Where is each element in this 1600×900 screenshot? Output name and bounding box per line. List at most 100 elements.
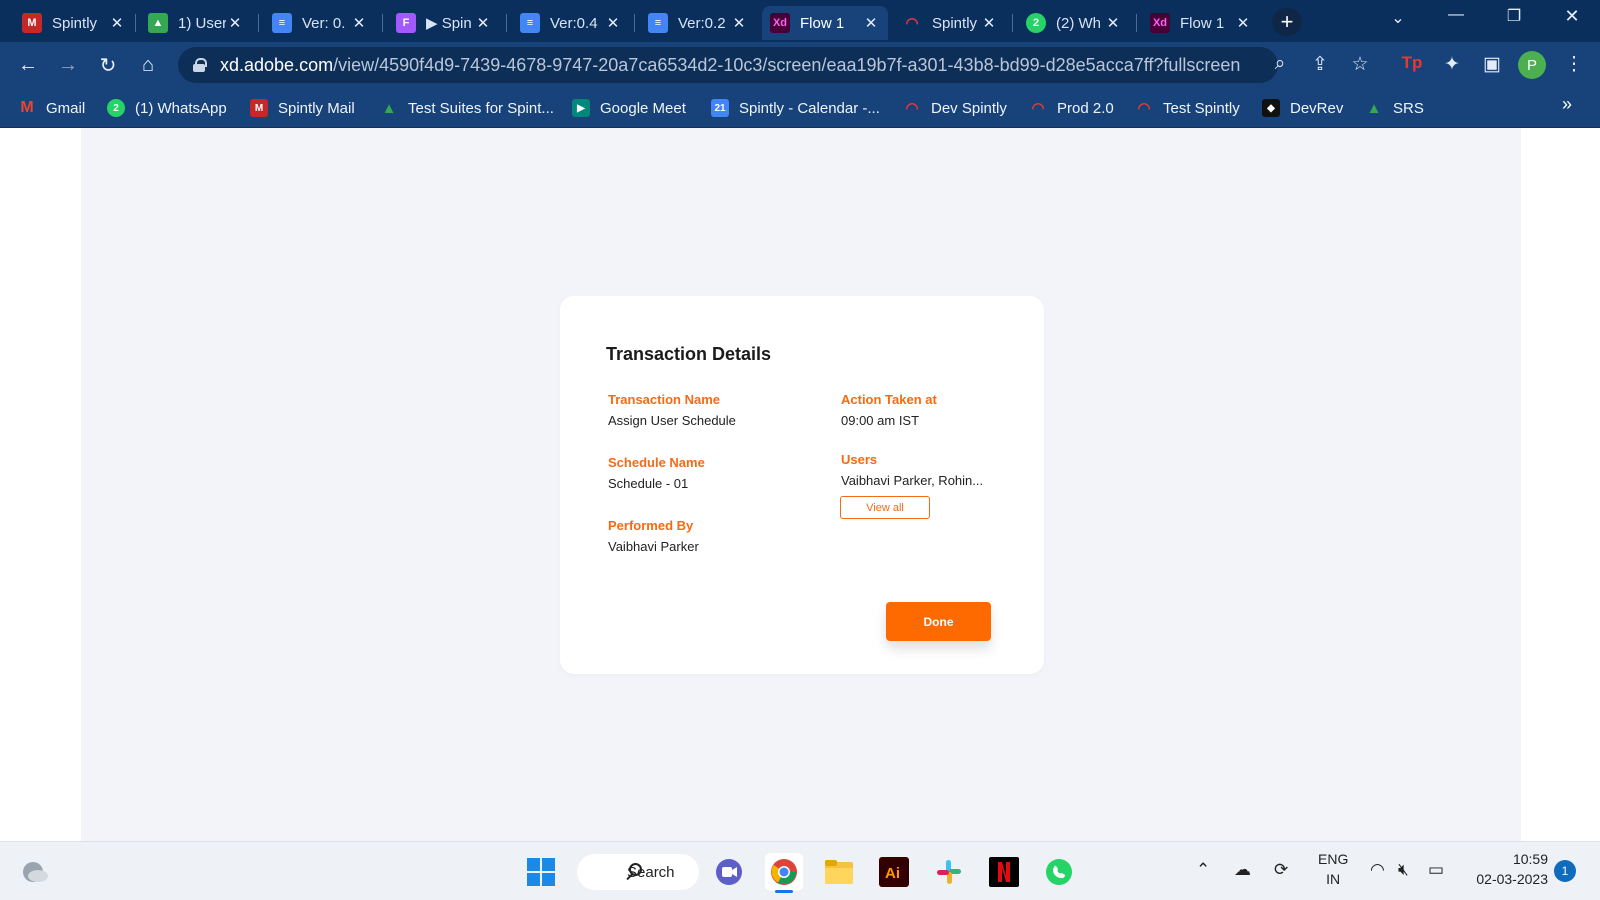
battery-icon[interactable]: ▭	[1428, 860, 1444, 880]
zoom-icon[interactable]: ⌕	[1268, 53, 1292, 75]
tab-title: Ver:0.4	[550, 14, 598, 32]
show-hidden-icons-chevron-icon[interactable]: ⌃	[1196, 860, 1210, 880]
wifi-icon[interactable]: ◠	[1370, 860, 1385, 880]
home-icon[interactable]: ⌂	[134, 51, 162, 79]
illustrator-icon[interactable]: Ai	[875, 853, 913, 891]
widgets-weather-icon[interactable]	[16, 853, 54, 891]
field-value: 09:00 am IST	[841, 413, 920, 428]
bookmark-devrev[interactable]: ◆ DevRev	[1262, 96, 1343, 120]
tab-flow1[interactable]: Xd Flow 1 ✕	[1142, 6, 1260, 40]
extensions-puzzle-icon[interactable]: ✦	[1440, 53, 1464, 76]
restore-icon[interactable]: ❐	[1494, 6, 1534, 26]
language-indicator[interactable]: ENG IN	[1318, 849, 1348, 889]
volume-muted-icon[interactable]: 🔇︎	[1398, 860, 1409, 880]
close-icon[interactable]: ✕	[350, 14, 368, 32]
google-drive-icon: ▲	[1366, 99, 1382, 117]
bookmark-label: Test Suites for Spint...	[408, 99, 554, 117]
bookmark-test-suites[interactable]: ▲ Test Suites for Spint...	[380, 96, 554, 120]
tab-separator	[634, 14, 635, 32]
tab-spintly[interactable]: ◠ Spintly ✕	[894, 6, 1006, 40]
bookmark-label: Google Meet	[600, 99, 686, 117]
field-label: Users	[841, 452, 878, 467]
tab-title: Ver:0.2	[678, 14, 726, 32]
close-icon[interactable]: ✕	[730, 14, 748, 32]
close-icon[interactable]: ✕	[862, 14, 880, 32]
bookmark-dev-spintly[interactable]: ◠ Dev Spintly	[903, 96, 1006, 120]
devrev-icon: ◆	[1262, 99, 1280, 117]
tab-separator	[1136, 14, 1137, 32]
tab-doc-ver[interactable]: ≡ Ver: 0. ✕	[264, 6, 376, 40]
close-window-icon[interactable]: ✕	[1552, 6, 1592, 27]
close-icon[interactable]: ✕	[604, 14, 622, 32]
adobe-xd-icon: Xd	[770, 13, 790, 33]
tab-whatsapp[interactable]: 2 (2) Wh ✕	[1018, 6, 1130, 40]
bookmark-gmail[interactable]: M Gmail	[18, 96, 85, 120]
tab-doc-ver02[interactable]: ≡ Ver:0.2 ✕	[640, 6, 756, 40]
close-icon[interactable]: ✕	[980, 14, 998, 32]
field-label: Performed By	[608, 518, 694, 533]
file-explorer-icon[interactable]	[820, 853, 858, 891]
field-performed-by: Performed By Vaibhavi Parker	[608, 518, 699, 554]
share-icon[interactable]: ⇪	[1308, 53, 1332, 76]
tab-title: Ver: 0.	[302, 14, 346, 32]
tab-title: ▶ Spin	[426, 15, 472, 32]
tab-title: Spintly	[52, 14, 98, 32]
teams-chat-icon[interactable]	[710, 853, 748, 891]
minimize-icon[interactable]: —	[1436, 6, 1476, 24]
bookmark-calendar[interactable]: 21 Spintly - Calendar -...	[711, 96, 880, 120]
card-title: Transaction Details	[606, 344, 772, 364]
new-tab-button[interactable]: +	[1272, 8, 1302, 36]
address-bar[interactable]: xd.adobe.com/view/4590f4d9-7439-4678-974…	[178, 47, 1278, 83]
tab-title: (2) Wh	[1056, 14, 1101, 32]
profile-avatar[interactable]: P	[1518, 51, 1546, 79]
slack-icon[interactable]	[930, 853, 968, 891]
tab-search-icon[interactable]: ⌄	[1378, 8, 1418, 28]
figma-icon: F	[396, 13, 416, 33]
tab-separator	[1012, 14, 1013, 32]
back-icon[interactable]: ←	[14, 51, 42, 79]
done-button[interactable]: Done	[886, 602, 991, 641]
taskbar-search[interactable]: Search	[577, 854, 699, 890]
menu-kebab-icon[interactable]: ⋮	[1562, 53, 1586, 76]
spintly-mail-icon: M	[22, 13, 42, 33]
onedrive-cloud-icon[interactable]: ☁	[1234, 860, 1251, 880]
bookmark-test-spintly[interactable]: ◠ Test Spintly	[1135, 96, 1239, 120]
clock-date: 02-03-2023	[1476, 871, 1548, 887]
close-icon[interactable]: ✕	[1234, 14, 1252, 32]
netflix-icon[interactable]	[985, 853, 1023, 891]
tab-figma[interactable]: F ▶ Spin ✕	[388, 6, 500, 40]
close-icon[interactable]: ✕	[226, 14, 244, 32]
extension-tp-icon[interactable]: Tp	[1400, 53, 1424, 73]
whatsapp-icon[interactable]	[1040, 853, 1078, 891]
tab-separator	[135, 14, 136, 32]
tab-spintly-mail[interactable]: M Spintly ✕	[14, 6, 134, 40]
tab-flow1-active[interactable]: Xd Flow 1 ✕	[762, 6, 888, 40]
close-icon[interactable]: ✕	[474, 14, 492, 32]
field-label: Action Taken at	[841, 392, 937, 407]
bookmark-label: DevRev	[1290, 99, 1344, 117]
bookmark-whatsapp[interactable]: 2 (1) WhatsApp	[107, 96, 227, 120]
bookmark-srs[interactable]: ▲ SRS	[1365, 96, 1424, 120]
chrome-icon[interactable]	[765, 853, 803, 893]
more-bookmarks-icon[interactable]: »	[1562, 94, 1572, 115]
close-icon[interactable]: ✕	[108, 14, 126, 32]
url-path: /view/4590f4d9-7439-4678-9747-20a7ca6534…	[333, 54, 1241, 75]
tab-strip: M Spintly ✕ ▲ 1) User ✕ ≡ Ver: 0. ✕ F ▶ …	[0, 0, 1600, 42]
bookmark-prod[interactable]: ◠ Prod 2.0	[1029, 96, 1113, 120]
sync-icon[interactable]: ⟳	[1274, 860, 1288, 880]
bookmark-google-meet[interactable]: ▶ Google Meet	[572, 96, 686, 120]
bookmark-star-icon[interactable]: ☆	[1348, 53, 1372, 76]
bookmark-spintly-mail[interactable]: M Spintly Mail	[250, 96, 355, 120]
reload-icon[interactable]: ↻	[94, 51, 122, 79]
windows-taskbar: Search Ai ⌃ ☁ ⟳ ENG IN ◠ 🔇︎ ▭ 10:59 02-0…	[0, 841, 1600, 900]
whatsapp-icon: 2	[1026, 13, 1046, 33]
close-icon[interactable]: ✕	[1104, 14, 1122, 32]
tab-drive-user[interactable]: ▲ 1) User ✕	[140, 6, 252, 40]
forward-icon[interactable]: →	[54, 51, 82, 79]
clock[interactable]: 10:59 02-03-2023	[1464, 849, 1548, 889]
view-all-button[interactable]: View all	[840, 496, 930, 519]
notification-badge[interactable]: 1	[1554, 860, 1576, 882]
start-windows-icon[interactable]	[522, 853, 560, 891]
tab-doc-ver04[interactable]: ≡ Ver:0.4 ✕	[512, 6, 630, 40]
side-panel-icon[interactable]: ▣	[1480, 53, 1504, 76]
